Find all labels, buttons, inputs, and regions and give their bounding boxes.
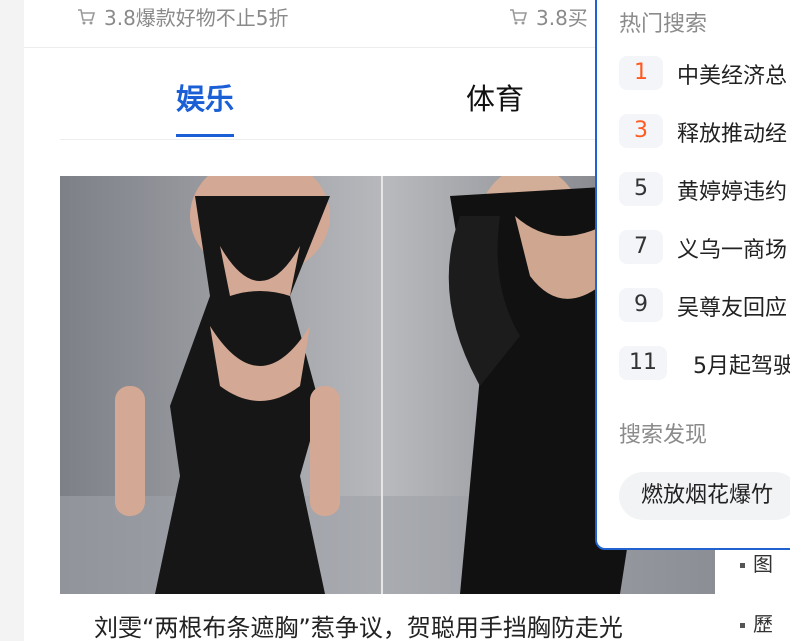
hot-rank-badge: 5 [619,172,663,206]
tab-entertainment[interactable]: 娱乐 [176,76,234,118]
hot-search-text: 黄婷婷违约 [677,180,788,205]
promo-text: 3.8买 [536,6,588,30]
hot-rank-badge: 11 [619,346,667,380]
hot-rank-badge: 9 [619,288,663,322]
hot-rank-badge: 3 [619,114,663,148]
list-item[interactable]: 歷 [740,608,773,637]
news-tabs: 娱乐 体育 [60,58,620,140]
promo-text: 3.8爆款好物不止5折 [104,6,289,30]
promo-link-1[interactable]: 3.8爆款好物不止5折 [76,2,289,31]
tab-sports[interactable]: 体育 [466,76,524,118]
shopping-cart-icon [78,8,96,24]
hot-search-text: 吴尊友回应 [677,296,788,321]
promo-link-2[interactable]: 3.8买 [508,2,588,31]
hot-search-title: 热门搜索 [619,12,708,37]
search-discover-chip[interactable]: 燃放烟花爆竹 [619,472,790,520]
active-tab-indicator [176,134,234,137]
list-item[interactable]: 图 [740,548,773,577]
hot-search-text: 中美经济总 [677,64,788,89]
hot-rank-badge: 1 [619,56,663,90]
hot-search-text: 释放推动经 [677,122,788,147]
hot-rank-badge: 7 [619,230,663,264]
hot-search-text: 义乌一商场 [677,238,788,263]
shopping-cart-icon [510,8,528,24]
hot-search-text: 5月起驾驶 [693,354,790,379]
search-discover-title: 搜索发现 [619,423,708,448]
news-caption[interactable]: 刘雯“两根布条遮胸”惹争议，贺聪用手挡胸防走光 [94,608,623,641]
hot-search-dropdown: 热门搜索 1 中美经济总 3 释放推动经 5 黄婷婷违约 7 义乌一商场 9 吴… [595,0,790,550]
